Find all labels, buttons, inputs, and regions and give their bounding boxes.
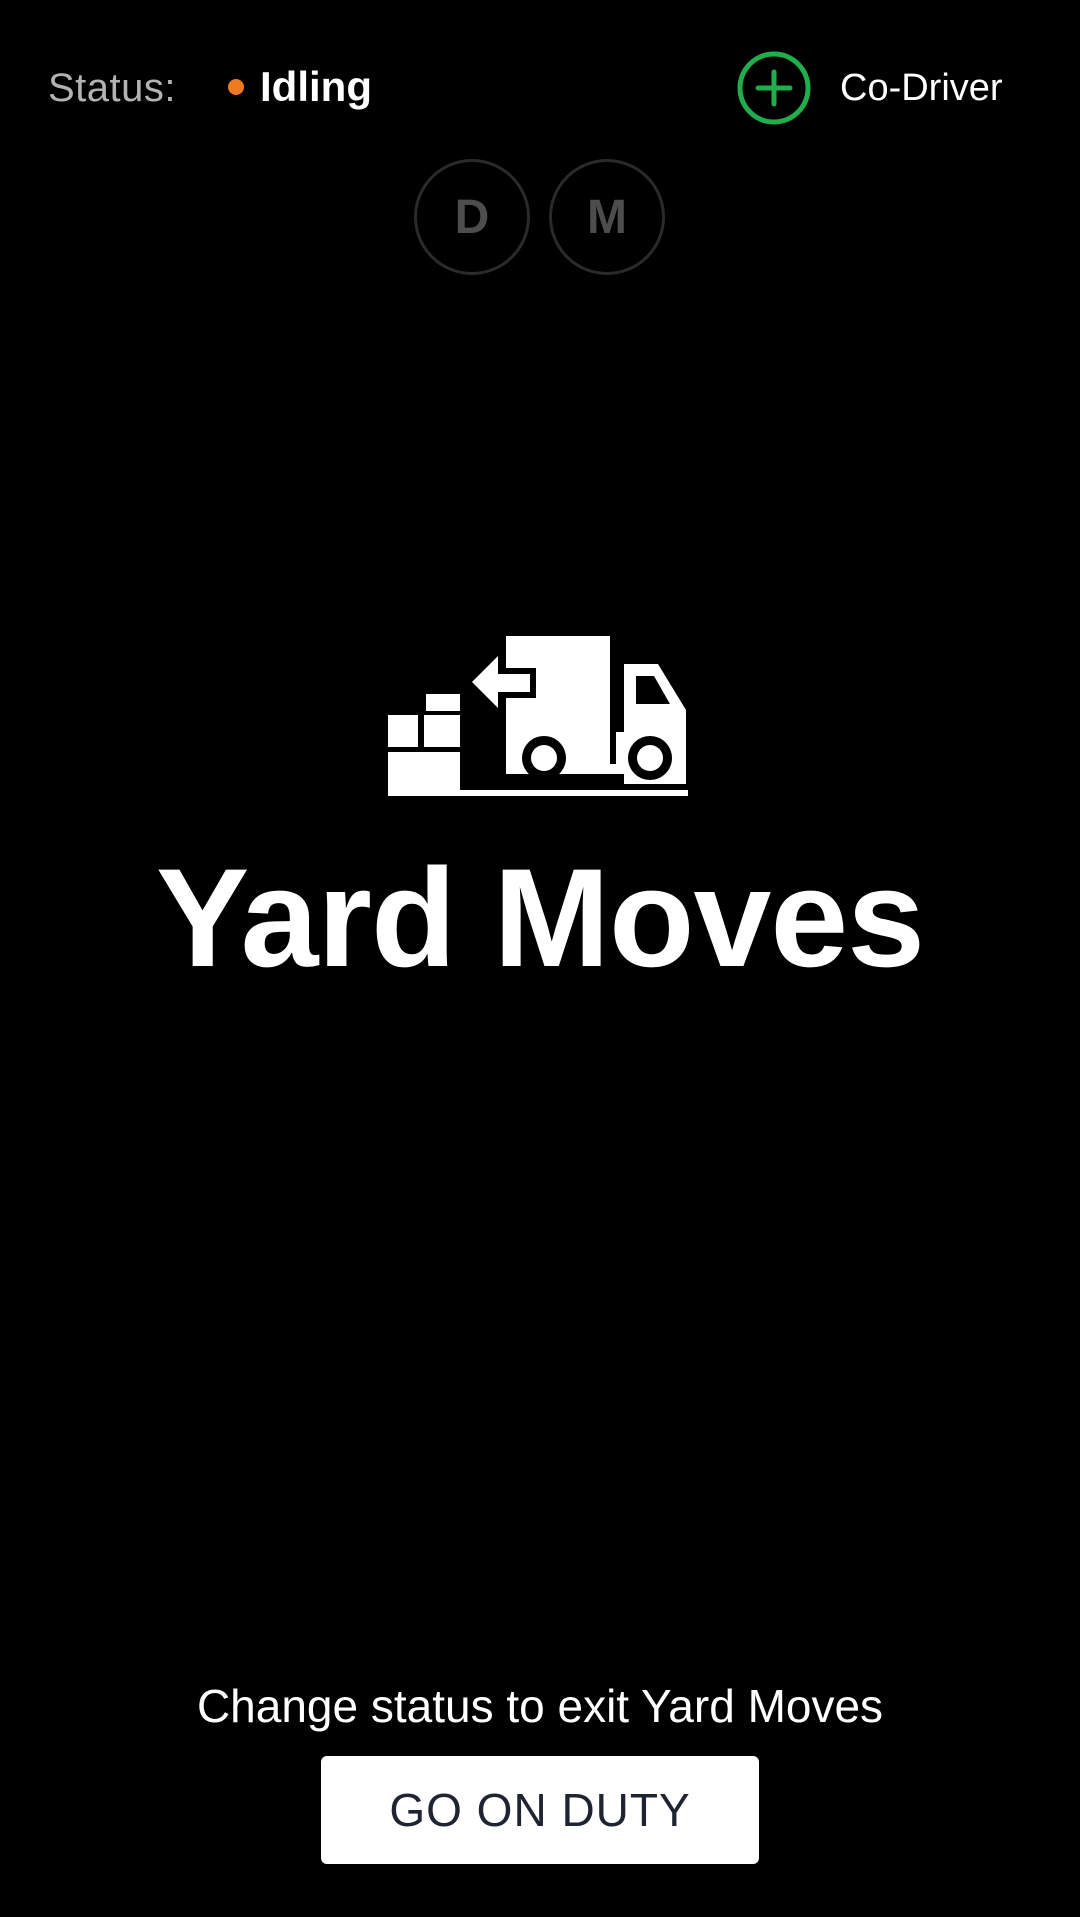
driver-button-m[interactable]: M xyxy=(549,159,665,275)
add-codriver-button[interactable]: Co-Driver xyxy=(736,50,1036,126)
status-dot xyxy=(228,79,244,95)
status-label: Status: xyxy=(48,66,177,110)
status-value: Idling xyxy=(260,63,372,110)
driver-button-d[interactable]: D xyxy=(414,159,530,275)
plus-circle-icon xyxy=(737,51,811,125)
go-on-duty-button[interactable]: GO ON DUTY xyxy=(321,1756,759,1864)
codriver-label: Co-Driver xyxy=(840,67,1003,109)
yard-moves-truck-icon xyxy=(388,636,688,796)
page-title: Yard Moves xyxy=(155,839,925,996)
exit-hint-text: Change status to exit Yard Moves xyxy=(196,1680,884,1732)
